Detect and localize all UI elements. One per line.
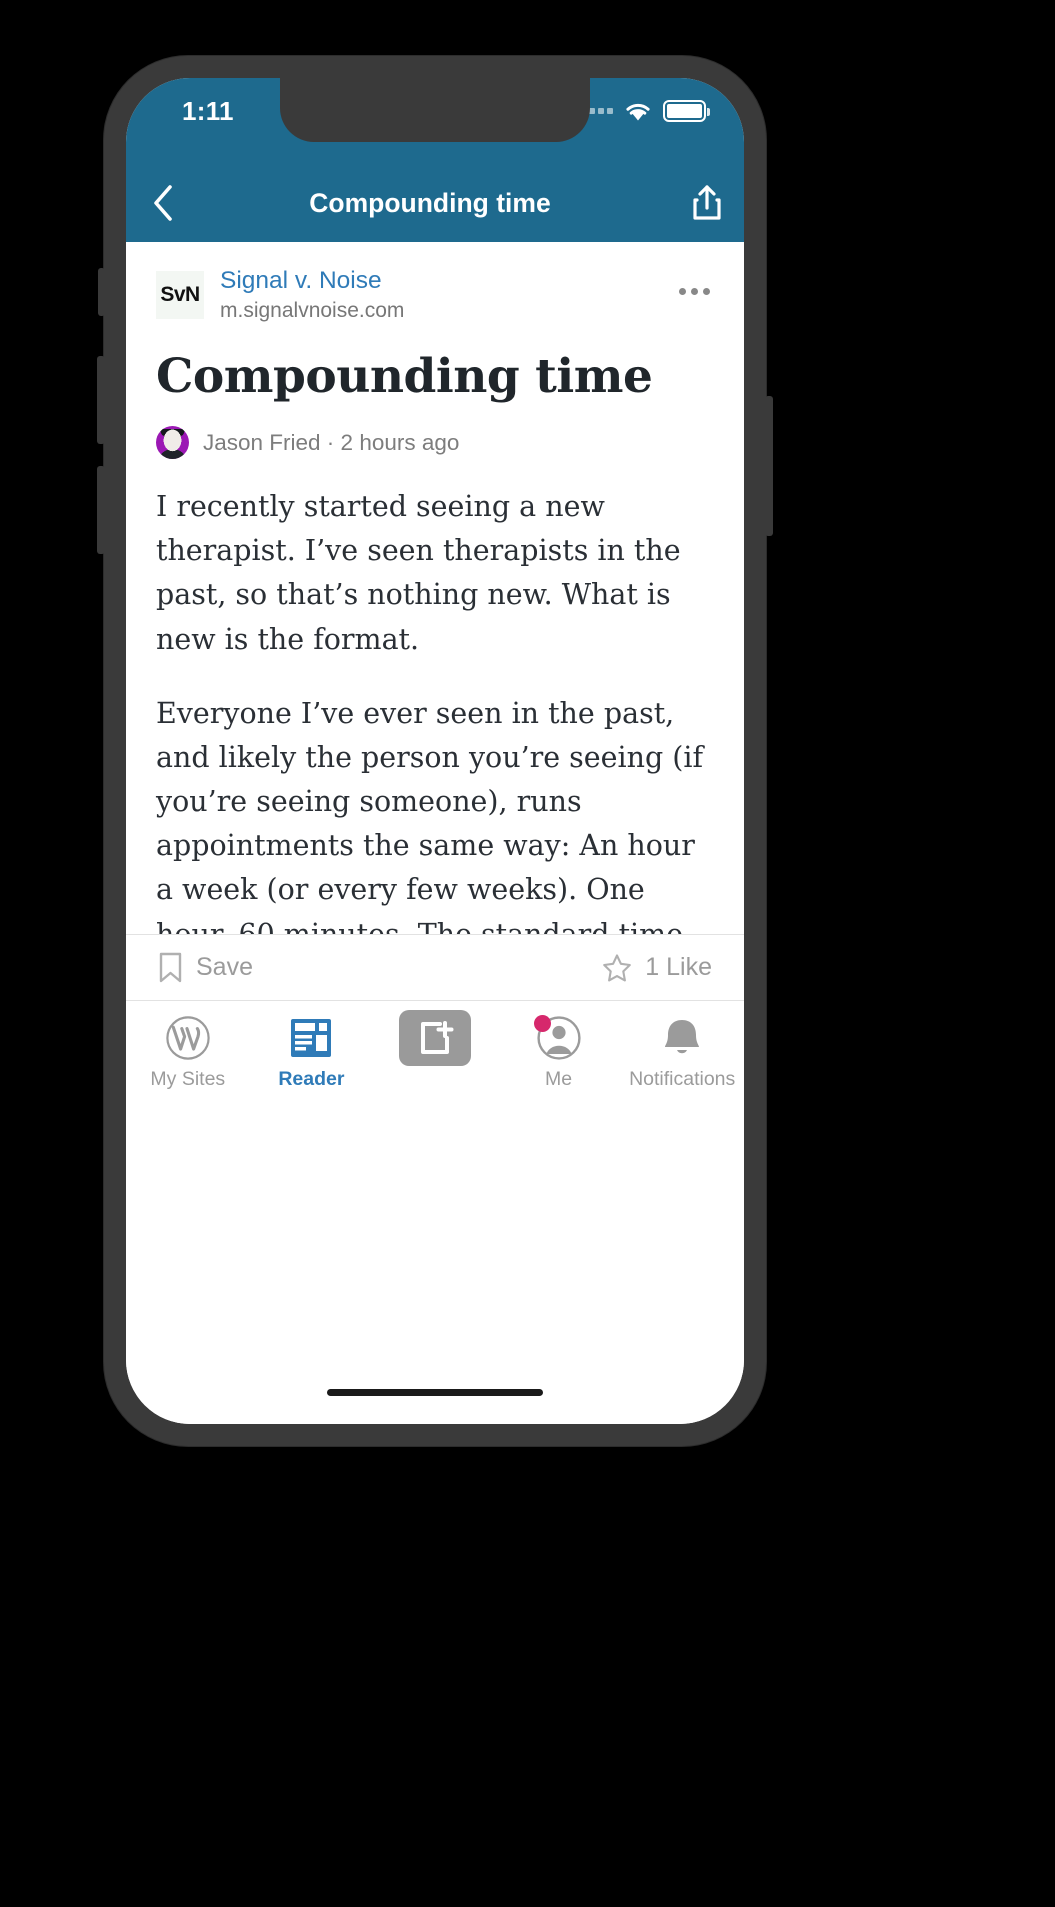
tab-new-post[interactable] xyxy=(373,1010,497,1068)
avatar xyxy=(156,426,189,460)
byline: Jason Fried · 2 hours ago xyxy=(126,404,744,460)
notch xyxy=(280,78,590,142)
battery-full-icon xyxy=(663,100,710,122)
new-post-icon xyxy=(398,1010,471,1066)
tab-label: Notifications xyxy=(629,1068,736,1090)
notification-badge xyxy=(533,1015,551,1032)
tab-notifications[interactable]: Notifications xyxy=(620,1015,744,1091)
tab-my-sites[interactable]: My Sites xyxy=(126,1015,250,1091)
byline-text: Jason Fried · 2 hours ago xyxy=(203,429,460,455)
power-button[interactable] xyxy=(765,396,773,536)
share-button[interactable] xyxy=(670,164,744,242)
reader-icon xyxy=(289,1015,333,1061)
article-action-bar: Save 1 Like xyxy=(126,934,744,1000)
article-scroll-view[interactable]: SvN Signal v. Noise m.signalvnoise.com C… xyxy=(126,242,744,934)
wifi-icon xyxy=(626,103,650,120)
site-url: m.signalvnoise.com xyxy=(220,298,405,322)
tab-label: Me xyxy=(545,1068,573,1090)
bell-icon xyxy=(660,1015,704,1061)
status-bar-clock: 1:11 xyxy=(182,96,234,126)
back-button[interactable] xyxy=(126,164,200,242)
tab-label: My Sites xyxy=(150,1068,226,1090)
page-title: Compounding time xyxy=(156,349,653,405)
site-name-link[interactable]: Signal v. Noise xyxy=(220,266,404,296)
tab-me[interactable]: Me xyxy=(497,1015,621,1091)
share-icon xyxy=(693,185,721,220)
status-bar-indicators xyxy=(580,100,710,122)
phone-frame: 1:11 Compounding time SvN Signal v. Nois… xyxy=(97,56,773,1446)
like-button[interactable]: 1 Like xyxy=(602,953,712,983)
tab-reader[interactable]: Reader xyxy=(250,1015,374,1091)
site-header[interactable]: SvN Signal v. Noise m.signalvnoise.com xyxy=(126,242,744,339)
home-indicator[interactable] xyxy=(327,1389,543,1396)
bookmark-icon xyxy=(159,952,182,983)
silent-switch[interactable] xyxy=(98,268,105,316)
nav-bar: Compounding time xyxy=(126,164,744,242)
site-meta: Signal v. Noise m.signalvnoise.com xyxy=(220,266,404,323)
save-button[interactable]: Save xyxy=(158,952,253,983)
nav-title: Compounding time xyxy=(309,187,551,218)
volume-down-button[interactable] xyxy=(97,466,105,554)
site-avatar: SvN xyxy=(156,270,204,319)
chevron-left-icon xyxy=(154,185,172,221)
volume-up-button[interactable] xyxy=(97,356,105,444)
article-paragraph: Everyone I’ve ever seen in the past, and… xyxy=(156,696,704,934)
tab-label: Reader xyxy=(278,1068,345,1090)
like-label: 1 Like xyxy=(645,953,712,981)
ellipsis-icon[interactable] xyxy=(679,288,710,295)
article-paragraph: I recently started seeing a new therapis… xyxy=(156,490,681,656)
account-icon xyxy=(533,1015,582,1061)
phone-screen: 1:11 Compounding time SvN Signal v. Nois… xyxy=(126,78,744,1424)
tab-bar: My Sites Reader Me Notifications xyxy=(126,1000,744,1424)
wordpress-icon xyxy=(165,1015,211,1061)
save-label: Save xyxy=(196,953,253,981)
star-icon xyxy=(603,953,632,981)
